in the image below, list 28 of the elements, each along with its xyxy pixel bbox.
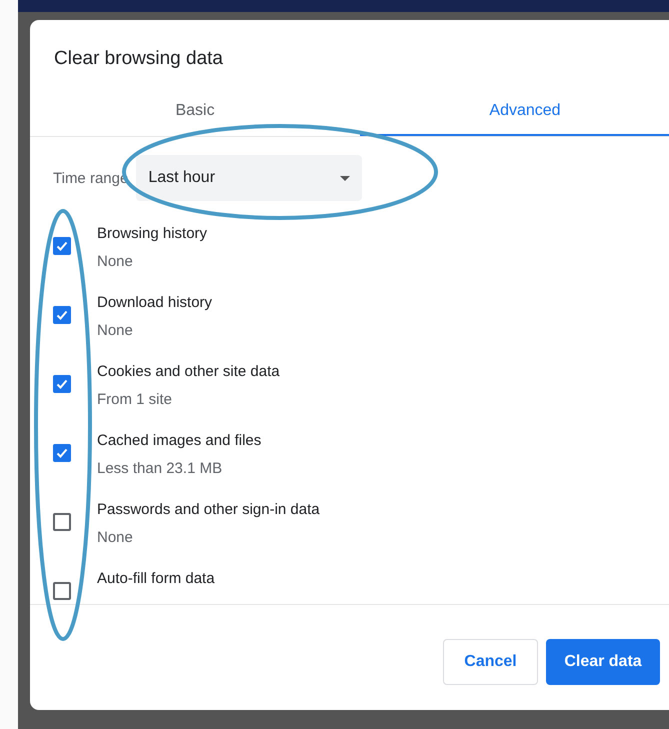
checkmark-icon xyxy=(55,308,69,322)
item-detail: None xyxy=(97,528,134,548)
item-detail: From 1 site xyxy=(97,390,174,410)
item-label: Browsing history xyxy=(97,224,208,244)
checkbox[interactable] xyxy=(53,237,71,255)
item-detail: Less than 23.1 MB xyxy=(97,459,224,479)
checkbox[interactable] xyxy=(53,582,71,600)
checkbox[interactable] xyxy=(53,513,71,531)
checkbox[interactable] xyxy=(53,306,71,324)
checkbox[interactable] xyxy=(53,375,71,393)
checkmark-icon xyxy=(55,377,69,391)
item-label: Cookies and other site data xyxy=(97,362,280,382)
clear-data-button[interactable]: Clear data xyxy=(546,639,660,685)
item-detail: None xyxy=(97,252,134,272)
tab[interactable]: Basic xyxy=(30,102,360,136)
dialog-title: Clear browsing data xyxy=(53,47,224,71)
item-label: Cached images and files xyxy=(97,431,262,451)
item-label: Passwords and other sign-in data xyxy=(97,500,320,520)
item-detail: None xyxy=(97,321,134,341)
checkmark-icon xyxy=(55,239,69,253)
item-label: Download history xyxy=(97,293,212,313)
caret-icon xyxy=(340,176,350,180)
time-range-dropdown[interactable]: Last hour xyxy=(136,155,362,201)
cancel-button[interactable]: Cancel xyxy=(443,639,538,685)
tab[interactable]: Advanced xyxy=(360,102,669,136)
checkbox[interactable] xyxy=(53,444,71,462)
checkmark-icon xyxy=(55,446,69,460)
item-label: Auto-fill form data xyxy=(97,569,215,589)
